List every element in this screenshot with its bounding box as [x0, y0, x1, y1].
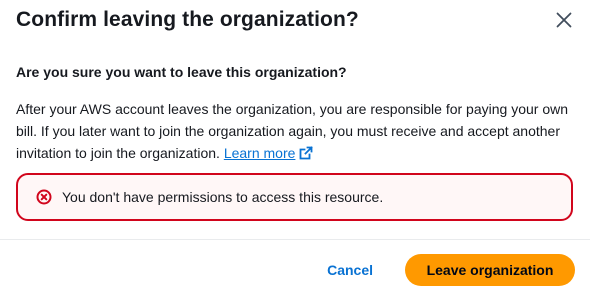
leave-organization-button[interactable]: Leave organization — [405, 254, 575, 286]
modal-body: Are you sure you want to leave this orga… — [16, 62, 574, 166]
learn-more-label: Learn more — [223, 145, 296, 161]
close-button[interactable] — [552, 10, 576, 34]
learn-more-link[interactable]: Learn more — [224, 145, 314, 161]
external-link-icon — [299, 144, 314, 166]
modal-header: Confirm leaving the organization? — [16, 0, 576, 44]
alert-message: You don't have permissions to access thi… — [62, 189, 384, 205]
modal-footer: Cancel Leave organization — [307, 254, 575, 286]
confirmation-question: Are you sure you want to leave this orga… — [16, 64, 347, 80]
error-alert: You don't have permissions to access thi… — [16, 173, 573, 221]
close-icon — [556, 12, 572, 33]
description-text: After your AWS account leaves the organi… — [16, 98, 576, 166]
leave-organization-modal: Confirm leaving the organization? Are yo… — [0, 0, 590, 293]
footer-divider — [0, 239, 590, 240]
cancel-button[interactable]: Cancel — [307, 254, 393, 286]
error-icon — [36, 189, 52, 205]
modal-title: Confirm leaving the organization? — [16, 8, 359, 31]
